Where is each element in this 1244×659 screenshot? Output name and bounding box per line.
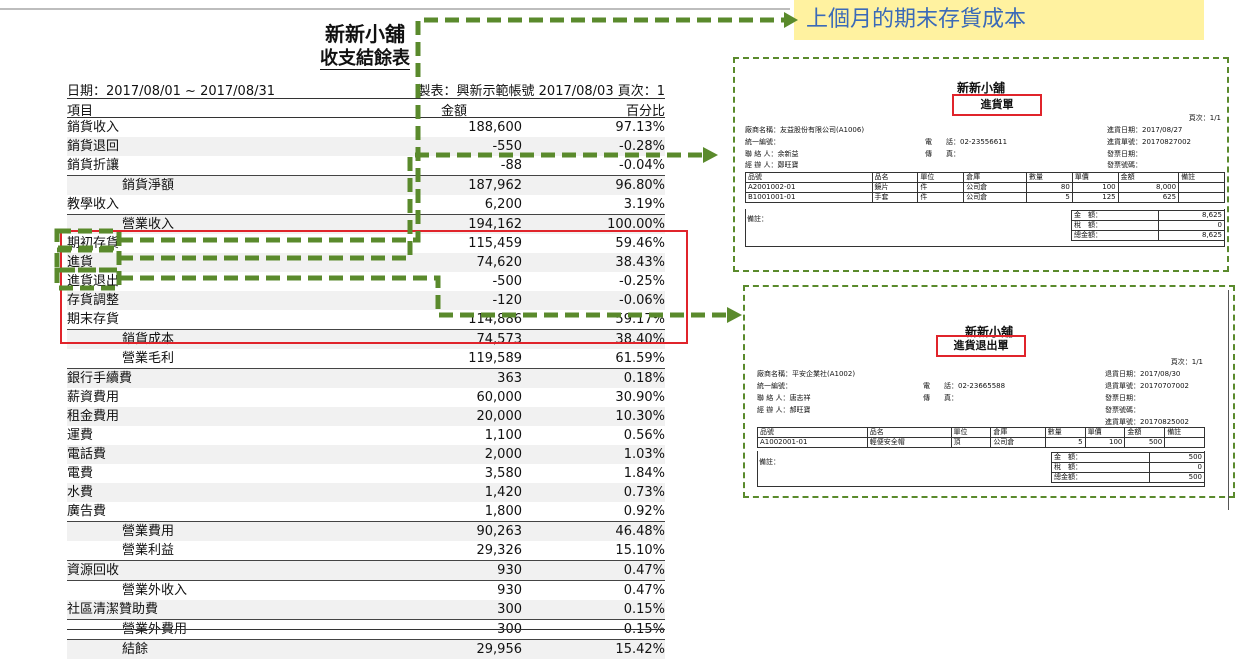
return-items-table: 品號品名單位倉庫數量單價金額備註 A1002001-01輕便安全帽頂公司倉510… [757, 427, 1205, 448]
return-date: 退貨日期：2017/08/30 [1105, 369, 1180, 379]
return-doc-edge [1228, 290, 1229, 510]
purchase-date: 進貨日期：2017/08/27 [1107, 125, 1182, 135]
doc-cell: 公司倉 [964, 183, 1027, 193]
return-page: 頁次：1/1 [1171, 357, 1203, 367]
return-fax: 傳 真： [923, 393, 958, 403]
return-vendor: 廠商名稱：平安企業社(A1002) [757, 369, 855, 379]
return-doc-title: 進貨退出單 [936, 335, 1026, 357]
doc-cell: 件 [918, 183, 964, 193]
doc-item-row: A1002001-01輕便安全帽頂公司倉5100500 [758, 438, 1205, 448]
doc-col-header: 單位 [951, 428, 991, 438]
doc-item-row: A2001002-01鏡片件公司倉801008,000 [746, 183, 1225, 193]
doc-col-header: 金額 [1118, 173, 1178, 183]
return-contact: 聯 絡 人：唐志祥 [757, 393, 810, 403]
arrowhead-annotation [784, 12, 798, 28]
return-doc-no: 退貨單號：20170707002 [1105, 381, 1189, 391]
purchase-contact: 聯 絡 人：余新益 [745, 149, 798, 159]
doc-cell: 輕便安全帽 [867, 438, 951, 448]
doc-cell: 125 [1072, 193, 1118, 203]
opening-inventory-box [57, 231, 119, 248]
doc-col-header: 備註 [1179, 173, 1225, 183]
return-invoice-date: 發票日期： [1105, 393, 1140, 403]
return-invoice-no: 發票號碼： [1105, 405, 1140, 415]
doc-col-header: 品名 [872, 173, 918, 183]
doc-cell: 625 [1118, 193, 1178, 203]
doc-cell [1179, 193, 1225, 203]
connector-to-purchase [119, 155, 705, 258]
doc-cell: 8,000 [1118, 183, 1178, 193]
doc-cell: A1002001-01 [758, 438, 868, 448]
purchase-items-table: 品號品名單位倉庫數量單價金額備註 A2001002-01鏡片件公司倉801008… [745, 172, 1225, 203]
doc-cell: 公司倉 [991, 438, 1045, 448]
doc-col-header: 金額 [1125, 428, 1165, 438]
purchase-vendor: 廠商名稱：友益股份有限公司(A1006) [745, 125, 864, 135]
doc-col-header: 品名 [867, 428, 951, 438]
doc-cell: 500 [1125, 438, 1165, 448]
doc-item-row: B1001001-01手套件公司倉5125625 [746, 193, 1225, 203]
purchase-invoice-date: 發票日期： [1107, 149, 1142, 159]
return-handler: 經 辦 人：郝旺寶 [757, 405, 810, 415]
doc-cell: A2001002-01 [746, 183, 873, 193]
return-box [57, 270, 119, 288]
purchase-doc-no: 進貨單號：20170827002 [1107, 137, 1191, 147]
purchase-document: 新新小舖 進貨單 頁次：1/1 廠商名稱：友益股份有限公司(A1006) 統一編… [733, 57, 1229, 272]
doc-cell: 手套 [872, 193, 918, 203]
doc-col-header: 數量 [1045, 428, 1085, 438]
doc-col-header: 單位 [918, 173, 964, 183]
doc-cell: 公司倉 [964, 193, 1027, 203]
purchase-tax-id: 統一編號： [745, 137, 780, 147]
purchase-doc-title: 進貨單 [952, 94, 1042, 116]
doc-col-header: 品號 [746, 173, 873, 183]
doc-col-header: 倉庫 [991, 428, 1045, 438]
return-tax-id: 統一編號： [757, 381, 792, 391]
doc-cell: 件 [918, 193, 964, 203]
purchase-handler: 經 辦 人：鄭旺寶 [745, 160, 798, 170]
purchase-fax: 傳 真： [925, 149, 960, 159]
doc-cell: 頂 [951, 438, 991, 448]
doc-col-header: 倉庫 [964, 173, 1027, 183]
purchase-page: 頁次：1/1 [1189, 113, 1221, 123]
doc-cell [1179, 183, 1225, 193]
return-note-frame [757, 451, 1205, 487]
doc-col-header: 數量 [1026, 173, 1072, 183]
return-document: 新新小舖 進貨退出單 頁次：1/1 廠商名稱：平安企業社(A1002) 統一編號… [743, 285, 1235, 498]
purchase-note-frame [745, 209, 1225, 247]
arrowhead-purchase [703, 147, 718, 163]
doc-col-header: 品號 [758, 428, 868, 438]
return-phone: 電 話：02-23665588 [923, 381, 1005, 391]
return-purchase-no: 進貨單號：20170825002 [1105, 417, 1189, 427]
purchase-box [57, 250, 119, 270]
doc-cell: 鏡片 [872, 183, 918, 193]
doc-cell [1165, 438, 1205, 448]
connector-to-annotation [119, 20, 785, 240]
doc-cell: 5 [1026, 193, 1072, 203]
doc-cell: 100 [1085, 438, 1125, 448]
purchase-invoice-no: 發票號碼： [1107, 160, 1142, 170]
doc-cell: B1001001-01 [746, 193, 873, 203]
purchase-phone: 電 話：02-23556611 [925, 137, 1007, 147]
doc-cell: 100 [1072, 183, 1118, 193]
arrowhead-return [727, 307, 742, 323]
doc-col-header: 單價 [1085, 428, 1125, 438]
doc-col-header: 備註 [1165, 428, 1205, 438]
doc-cell: 80 [1026, 183, 1072, 193]
doc-cell: 5 [1045, 438, 1085, 448]
doc-col-header: 單價 [1072, 173, 1118, 183]
connector-to-return [119, 278, 728, 315]
